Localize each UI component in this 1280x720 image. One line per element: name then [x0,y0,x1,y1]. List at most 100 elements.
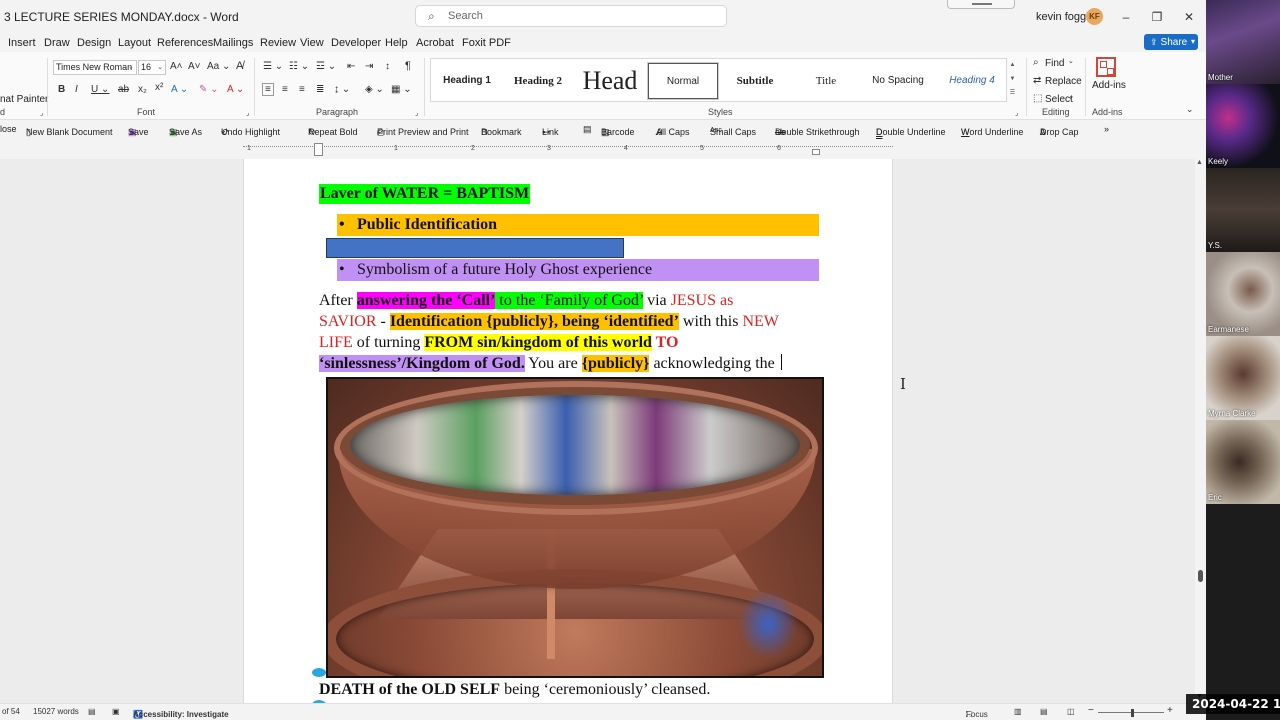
restore-button[interactable]: ❐ [1147,7,1167,27]
dialog-launcher-icon[interactable]: ⌟ [40,109,43,117]
tab-draw[interactable]: Draw [44,37,70,49]
numbering-icon[interactable]: ☷ ⌄ [289,61,309,72]
bullet-item[interactable]: • Symbolism of a future Holy Ghost experi… [337,259,819,281]
underline-icon[interactable]: U ⌄ [91,84,109,95]
collapse-ribbon-icon[interactable]: ⌄ [1186,104,1194,115]
align-center-icon[interactable]: ≡ [282,84,288,95]
participant-tile[interactable]: Eric [1206,420,1280,504]
style-normal[interactable]: Normal [647,62,719,100]
indent-marker[interactable] [314,143,323,156]
close-button[interactable]: ✕ [1179,7,1199,27]
borders-icon[interactable]: ▦ ⌄ [391,84,412,95]
chevron-down-icon[interactable]: ▼ [1007,72,1018,86]
tab-developer[interactable]: Developer [331,37,381,49]
add-ins-button[interactable]: Add-ins [1092,80,1126,91]
increase-indent-icon[interactable]: ⇥ [365,61,373,72]
font-name-select[interactable]: Times New Roman ⌄ [53,60,137,75]
participant-tile[interactable]: Mother [1206,0,1280,84]
multilevel-list-icon[interactable]: ☲ ⌄ [316,61,336,72]
style-subtitle[interactable]: Subtitle [723,63,787,99]
clear-formatting-icon[interactable]: A̸ [236,60,243,72]
tab-design[interactable]: Design [77,37,111,49]
tab-acrobat[interactable]: Acrobat [416,37,454,49]
align-right-icon[interactable]: ≡ [299,84,305,95]
font-color-icon[interactable]: A ⌄ [227,84,244,95]
web-layout-icon[interactable]: ◫ [1067,707,1075,716]
window-snap-handle[interactable] [947,0,1015,9]
zoom-slider-thumb[interactable] [1131,709,1134,717]
text-effects-icon[interactable]: A ⌄ [171,84,188,95]
highlight-color-icon[interactable]: ✎ ⌄ [199,84,219,95]
style-no-spacing[interactable]: No Spacing [864,63,932,99]
subscript-icon[interactable]: x₂ [138,84,147,95]
justify-icon[interactable]: ≣ [316,84,324,95]
align-left-icon[interactable]: ≡ [262,83,274,96]
chevron-down-icon[interactable]: ⌄ [1068,57,1074,65]
minimize-button[interactable]: – [1116,7,1136,27]
bullets-icon[interactable]: ☰ ⌄ [263,61,283,72]
tab-layout[interactable]: Layout [118,37,151,49]
shrink-font-icon[interactable]: A˅ [188,61,201,72]
replace-button[interactable]: Replace [1045,76,1082,87]
tab-mailings[interactable]: Mailings [213,37,253,49]
participant-tile[interactable]: Myrna Clarke [1206,336,1280,420]
tab-references[interactable]: References [157,37,213,49]
proofing-icon[interactable]: ▤ [88,707,96,716]
dialog-launcher-icon[interactable]: ⌟ [1015,109,1018,117]
more-icon[interactable]: ☰ [1007,86,1018,100]
avatar[interactable]: KF [1086,8,1103,25]
show-formatting-icon[interactable]: ¶ [405,60,411,72]
change-case-icon[interactable]: Aa ⌄ [207,61,230,72]
style-heading-1[interactable]: Heading 1 [437,63,497,99]
tab-foxit-pdf[interactable]: Foxit PDF [462,37,511,49]
decrease-indent-icon[interactable]: ⇤ [347,61,355,72]
close-doc-button[interactable]: lose [0,124,17,134]
italic-icon[interactable]: I [75,84,78,95]
read-mode-icon[interactable]: ▥ [1014,707,1022,716]
macro-icon[interactable]: ▣ [112,707,120,716]
bullet-item[interactable]: • Public Identification [337,214,819,236]
right-indent-marker[interactable] [812,149,820,155]
style-title[interactable]: Title [795,63,857,99]
font-size-select[interactable]: 16 ⌄ [138,60,166,75]
sort-icon[interactable]: ↕ [385,61,390,72]
blue-highlight-bar[interactable] [326,238,624,258]
line-spacing-icon[interactable]: ↨ ⌄ [334,84,350,95]
tab-review[interactable]: Review [260,37,296,49]
style-heading-2[interactable]: Heading 2 [507,63,569,99]
body-paragraph[interactable]: DEATH of the OLD SELF being ‘ceremonious… [319,680,710,700]
shading-icon[interactable]: ◈ ⌄ [365,84,384,95]
zoom-in-button[interactable]: + [1167,705,1173,716]
selection-handle[interactable] [312,668,326,677]
participant-tile[interactable]: Earmanese [1206,252,1280,336]
tab-help[interactable]: Help [385,37,408,49]
add-ins-icon[interactable] [1096,57,1116,77]
scrollbar-thumb[interactable] [1198,570,1203,582]
dialog-launcher-icon[interactable]: ⌟ [246,109,249,117]
chevron-down-icon[interactable]: ⌄ [1068,93,1074,101]
dialog-launcher-icon[interactable]: ⌟ [415,109,418,117]
print-layout-icon[interactable]: ▤ [1040,707,1048,716]
format-painter-button[interactable]: nat Painter [0,94,48,105]
word-count[interactable]: 15027 words [33,707,79,716]
tab-insert[interactable]: Insert [8,37,36,49]
grow-font-icon[interactable]: A˄ [170,61,183,72]
participant-tile[interactable]: Keely [1206,84,1280,168]
page-icon[interactable]: ▤ [583,124,592,135]
find-button[interactable]: Find [1045,58,1064,69]
tab-view[interactable]: View [300,37,324,49]
strikethrough-icon[interactable]: ab [118,84,129,95]
laver-image[interactable] [326,377,824,678]
vertical-scrollbar[interactable]: ▲ ▼ [1195,159,1206,703]
style-heading-3[interactable]: Head [577,63,643,99]
doc-heading[interactable]: Laver of WATER = BAPTISM [319,184,531,204]
search-input[interactable]: ⌕ Search [415,5,727,27]
zoom-out-button[interactable]: − [1088,705,1094,716]
styles-scroll[interactable]: ▲ ▼ ☰ [1006,58,1018,102]
more-commands-icon[interactable]: » [1104,124,1109,134]
bold-icon[interactable]: B [58,84,65,95]
page-count[interactable]: of 54 [2,707,20,716]
chevron-up-icon[interactable]: ▲ [1196,159,1203,166]
chevron-up-icon[interactable]: ▲ [1007,58,1018,72]
style-heading-4[interactable]: Heading 4 [939,63,1005,99]
